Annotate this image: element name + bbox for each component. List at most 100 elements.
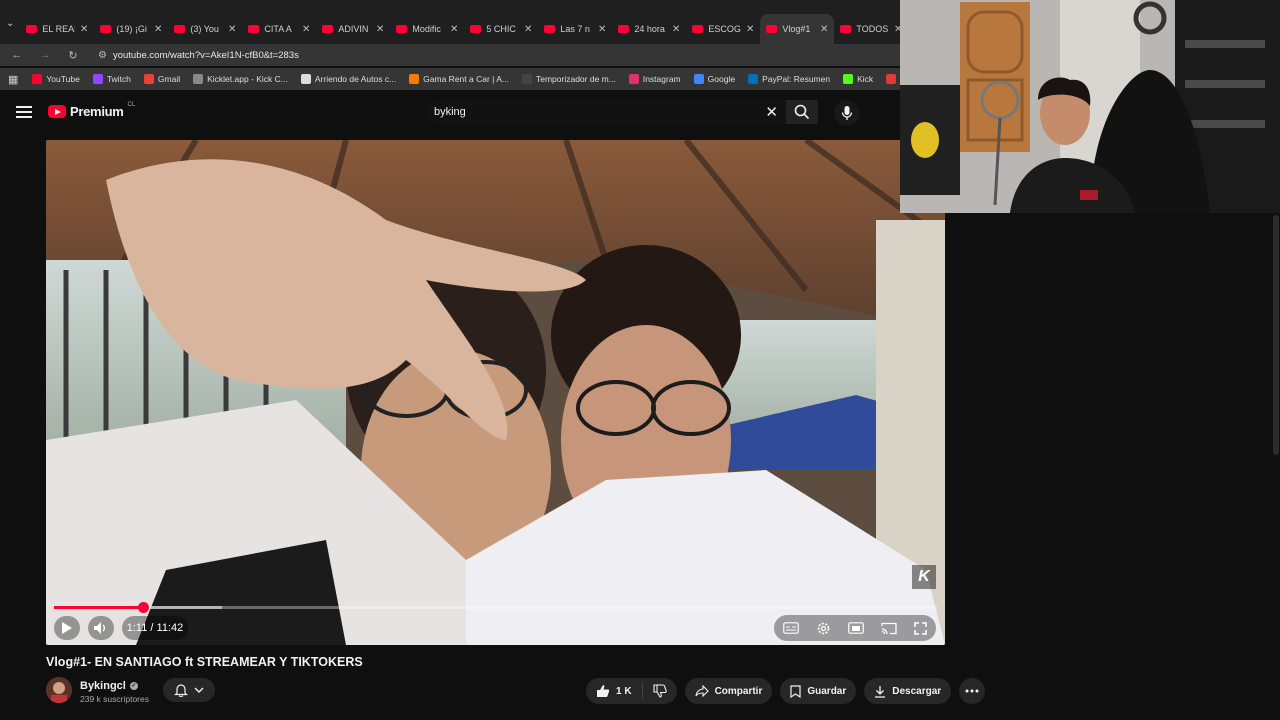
car-icon [300, 74, 311, 84]
cast-icon[interactable] [881, 622, 897, 635]
close-tab-icon[interactable]: ✕ [450, 24, 458, 35]
bookmark-item[interactable]: Instagram [628, 74, 681, 84]
browser-tab[interactable]: Vlog#1 ✕ [760, 14, 835, 44]
youtube-favicon-icon [248, 25, 260, 33]
bookmark-item[interactable]: Gama Rent a Car | A... [409, 74, 509, 84]
browser-tab[interactable]: Modific ✕ [390, 14, 464, 44]
browser-tab[interactable]: CITA A ✕ [242, 14, 316, 44]
bookmark-label: YouTube [46, 74, 80, 84]
browser-tab[interactable]: 5 CHIC ✕ [464, 14, 538, 44]
save-button[interactable]: Guardar [780, 678, 857, 704]
tab-title: (19) ¡Gi [116, 24, 147, 34]
close-tab-icon[interactable]: ✕ [228, 24, 236, 35]
video-player[interactable]: K 1:11 / 11:42 [46, 140, 945, 645]
download-button[interactable]: Descargar [864, 678, 952, 704]
play-button[interactable] [54, 616, 80, 640]
perhost-icon [886, 74, 897, 84]
video-frame [46, 140, 945, 645]
bookmark-item[interactable]: YouTube [32, 74, 80, 84]
bookmark-item[interactable]: Twitch [92, 74, 131, 84]
page-scrollbar[interactable] [1272, 213, 1280, 720]
microphone-icon [841, 106, 853, 120]
channel-name-row[interactable]: Bykingcl ✓ [80, 680, 138, 692]
close-tab-icon[interactable]: ✕ [154, 24, 162, 35]
channel-name: Bykingcl [80, 680, 126, 692]
close-tab-icon[interactable]: ✕ [524, 24, 532, 35]
close-tab-icon[interactable]: ✕ [672, 24, 680, 35]
close-tab-icon[interactable]: ✕ [80, 24, 88, 35]
subscribed-notifications-button[interactable] [163, 678, 215, 702]
close-tab-icon[interactable]: ✕ [820, 24, 828, 35]
browser-tab[interactable]: 24 hora ✕ [612, 14, 686, 44]
browser-tab[interactable]: (3) You ✕ [168, 14, 242, 44]
browser-tab[interactable]: EL REAL ✕ [20, 14, 94, 44]
bookmark-item[interactable]: Temporizador de m... [522, 74, 616, 84]
like-dislike-group: 1 K [586, 678, 677, 704]
share-icon [695, 685, 709, 697]
share-button[interactable]: Compartir [684, 678, 773, 704]
youtube-favicon-icon [26, 25, 38, 33]
menu-icon[interactable] [16, 106, 32, 118]
gmail-icon [143, 74, 154, 84]
back-icon[interactable]: ← [10, 49, 24, 61]
navigation-bar: ← → ↻ ⚙ youtube.com/watch?v=AkeI1N-cfB0&… [0, 44, 900, 66]
tab-title: ADIVIN [338, 24, 369, 34]
forward-icon[interactable]: → [38, 49, 52, 61]
voice-search-button[interactable] [834, 100, 860, 126]
tab-title: (3) You [190, 24, 219, 34]
search-button[interactable] [786, 100, 818, 124]
fullscreen-icon[interactable] [914, 621, 928, 635]
close-tab-icon[interactable]: ✕ [376, 24, 384, 35]
browser-tab[interactable]: Las 7 n ✕ [538, 14, 612, 44]
bookmark-item[interactable]: Arriendo de Autos c... [300, 74, 396, 84]
browser-tab[interactable]: ESCOG ✕ [686, 14, 760, 44]
like-count: 1 K [616, 685, 632, 697]
verified-icon: ✓ [129, 682, 138, 690]
dislike-button[interactable] [643, 684, 677, 698]
scrollbar-thumb[interactable] [1273, 215, 1279, 455]
browser-tab[interactable]: ADIVIN ✕ [316, 14, 390, 44]
bookmark-label: PayPal: Resumen [762, 74, 831, 84]
bookmark-item[interactable]: Kick [843, 74, 873, 84]
clear-search-icon[interactable]: ✕ [765, 103, 778, 121]
save-label: Guardar [807, 685, 847, 697]
more-actions-button[interactable] [959, 678, 986, 704]
bookmark-label: Google [707, 74, 736, 84]
bookmark-label: Gmail [157, 74, 181, 84]
browser-tab[interactable]: TODOS ✕ [834, 14, 908, 44]
channel-avatar[interactable] [46, 677, 72, 703]
bookmark-item[interactable]: PayPal: Resumen [748, 74, 830, 84]
bookmark-item[interactable]: Google [693, 74, 736, 84]
site-info-icon[interactable]: ⚙ [98, 50, 107, 61]
tab-title: Modific [412, 24, 441, 34]
apps-icon[interactable]: ▦ [8, 73, 18, 86]
channel-watermark[interactable]: K [912, 565, 936, 589]
like-button[interactable]: 1 K [586, 683, 643, 699]
browser-tab[interactable]: (19) ¡Gi ✕ [94, 14, 168, 44]
youtube-icon [32, 74, 43, 84]
tab-title: Vlog#1 [782, 24, 811, 34]
time-display: 1:11 / 11:42 [122, 616, 188, 640]
instagram-icon [628, 74, 639, 84]
reload-icon[interactable]: ↻ [66, 49, 80, 62]
settings-gear-icon[interactable] [816, 621, 831, 636]
close-tab-icon[interactable]: ✕ [598, 24, 606, 35]
tab-search-icon[interactable]: ⌄ [6, 10, 14, 36]
bookmark-item[interactable]: PerHost - Serv [886, 74, 900, 84]
mute-button[interactable] [88, 616, 114, 640]
youtube-premium-logo[interactable]: Premium CL [48, 102, 135, 119]
tab-title: 5 CHIC [486, 24, 516, 34]
bookmark-icon [790, 684, 801, 698]
download-icon [875, 685, 886, 698]
miniplayer-icon[interactable] [848, 622, 864, 634]
tab-title: ESCOG [708, 24, 741, 34]
close-tab-icon[interactable]: ✕ [302, 24, 310, 35]
bookmark-item[interactable]: Gmail [143, 74, 181, 84]
search-input[interactable]: byking ✕ [426, 100, 786, 124]
bookmark-item[interactable]: Kicklet.app - Kick C... [193, 74, 288, 84]
subtitles-icon[interactable] [782, 622, 799, 634]
close-tab-icon[interactable]: ✕ [746, 24, 754, 35]
address-bar[interactable]: ⚙ youtube.com/watch?v=AkeI1N-cfB0&t=283s [94, 50, 900, 61]
youtube-favicon-icon [396, 25, 408, 33]
progress-bar[interactable] [54, 602, 937, 613]
